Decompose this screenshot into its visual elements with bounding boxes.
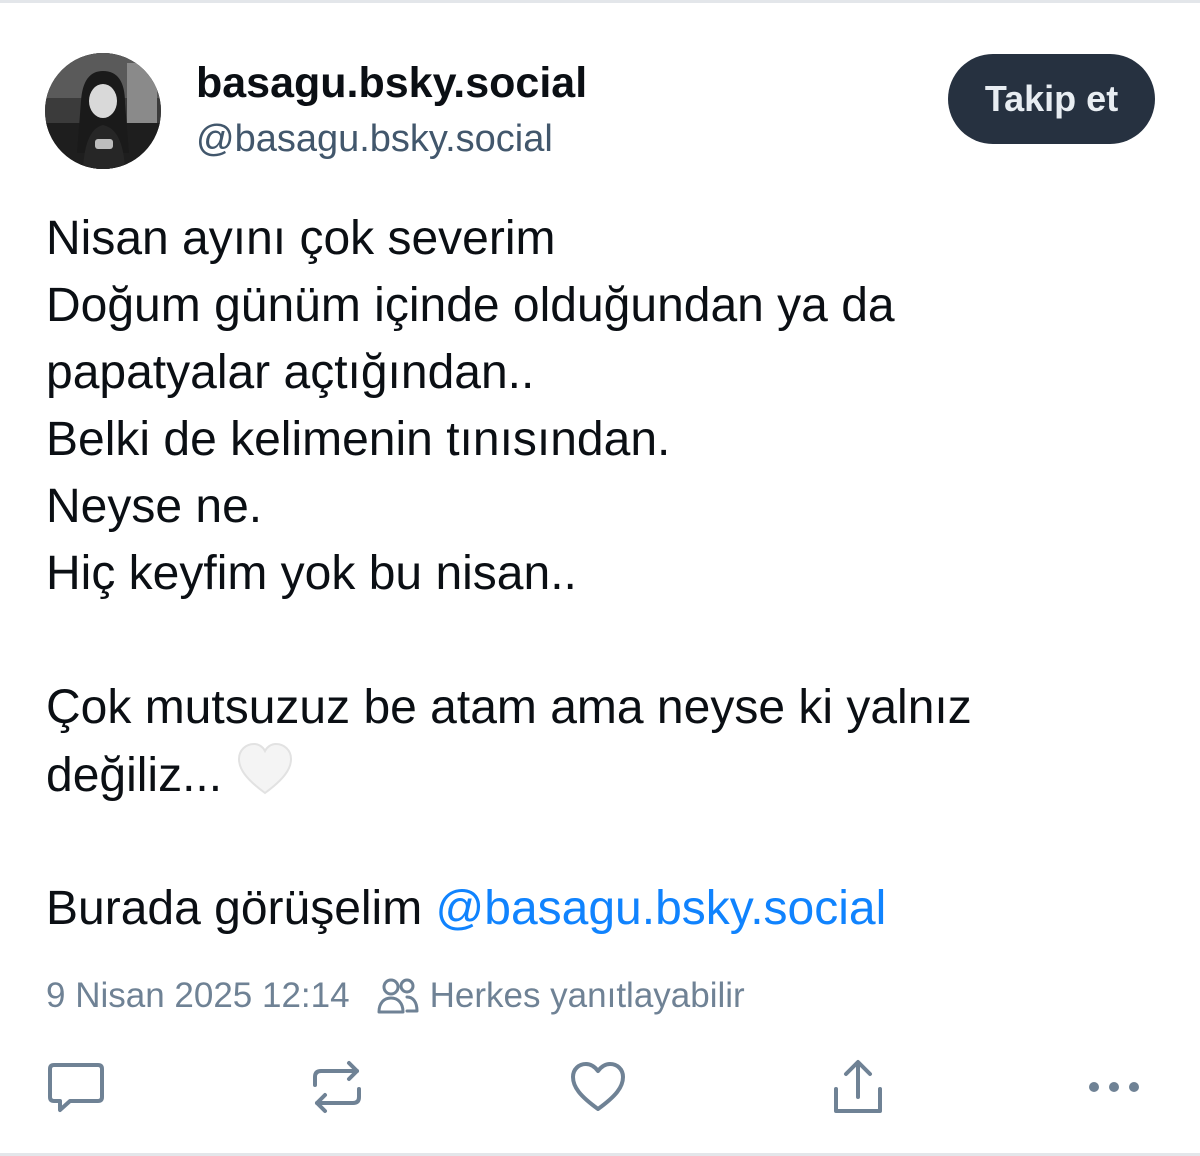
post-line-closing: Burada görüşelim @basagu.bsky.social: [46, 875, 1166, 942]
reply-button[interactable]: [44, 1055, 108, 1119]
repost-button[interactable]: [305, 1055, 369, 1119]
reply-setting[interactable]: Herkes yanıtlayabilir: [376, 976, 745, 1016]
post-line: [46, 607, 1166, 674]
heart-icon: [571, 1062, 625, 1111]
post-line: Hiç keyfim yok bu nisan..: [46, 547, 577, 600]
share-icon: [834, 1060, 882, 1113]
repost-icon: [313, 1061, 361, 1113]
post-meta: 9 Nisan 2025 12:14 Herkes yanıtlayabilir: [46, 976, 745, 1016]
author-handle[interactable]: @basagu.bsky.social: [196, 118, 553, 161]
mention-link[interactable]: @basagu.bsky.social: [436, 882, 887, 935]
post-line: değiliz...: [46, 749, 223, 802]
post-text: Nisan ayını çok severim Doğum günüm için…: [46, 205, 1166, 942]
reply-setting-label: Herkes yanıtlayabilir: [429, 976, 745, 1015]
like-button[interactable]: [566, 1055, 630, 1119]
display-name[interactable]: basagu.bsky.social: [196, 59, 587, 108]
post-card: basagu.bsky.social @basagu.bsky.social T…: [0, 0, 1200, 1156]
post-line-heart: değiliz...: [46, 741, 1166, 808]
post-line: [46, 808, 1166, 875]
avatar-photo: [45, 53, 161, 169]
post-line: Çok mutsuzuz be atam ama neyse ki yalnız: [46, 681, 972, 734]
post-line: Belki de kelimenin tınısından.: [46, 413, 671, 466]
closing-text: Burada görüşelim: [46, 882, 436, 935]
avatar[interactable]: [45, 53, 161, 169]
comment-icon: [48, 1063, 104, 1112]
post-line: Nisan ayını çok severim: [46, 212, 556, 265]
timestamp[interactable]: 9 Nisan 2025 12:14: [46, 976, 350, 1016]
people-icon: [376, 976, 420, 1016]
more-button[interactable]: [1082, 1055, 1146, 1119]
follow-button[interactable]: Takip et: [948, 54, 1155, 144]
more-icon: [1089, 1082, 1139, 1092]
post-line: Doğum günüm içinde olduğundan ya da: [46, 279, 895, 332]
post-line: Neyse ne.: [46, 480, 263, 533]
share-button[interactable]: [826, 1055, 890, 1119]
post-line: papatyalar açtığından..: [46, 346, 535, 399]
white-heart-icon: [236, 741, 294, 799]
